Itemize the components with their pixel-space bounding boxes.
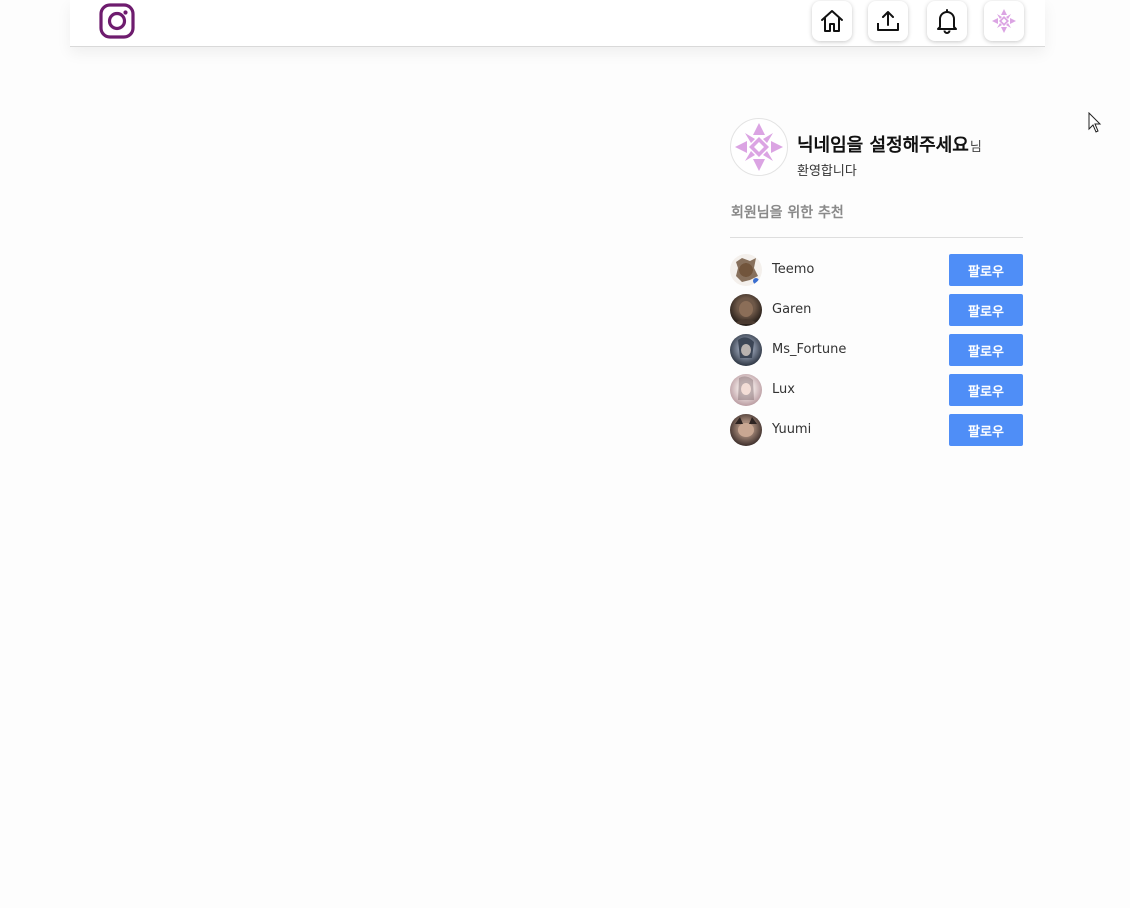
list-item: Ms_Fortune 팔로우: [730, 334, 1023, 366]
upload-icon: [875, 8, 901, 34]
user-name[interactable]: Yuumi: [772, 422, 811, 437]
my-profile: 닉네임을 설정해주세요님 환영합니다: [730, 118, 1023, 180]
nickname-text: 닉네임을 설정해주세요: [797, 135, 969, 156]
nickname-suffix: 님: [969, 140, 982, 155]
follow-button[interactable]: 팔로우: [949, 334, 1023, 366]
divider: [730, 237, 1023, 238]
notifications-button[interactable]: [927, 1, 967, 41]
follow-button[interactable]: 팔로우: [949, 414, 1023, 446]
follow-button[interactable]: 팔로우: [949, 254, 1023, 286]
avatar[interactable]: [730, 334, 762, 366]
recommend-list: Teemo 팔로우 Garen 팔로우 Ms_Fortune 팔로우 Lux 팔…: [730, 254, 1023, 454]
welcome-text: 환영합니다: [797, 164, 857, 179]
sidebar-panel: 닉네임을 설정해주세요님 환영합니다 회원님을 위한 추천 Teemo 팔로우 …: [730, 118, 1023, 446]
list-item: Teemo 팔로우: [730, 254, 1023, 286]
my-avatar[interactable]: [730, 118, 788, 176]
user-name[interactable]: Garen: [772, 302, 811, 317]
follow-button[interactable]: 팔로우: [949, 294, 1023, 326]
top-navigation-bar: [70, 0, 1045, 47]
user-name[interactable]: Lux: [772, 382, 795, 397]
home-button[interactable]: [812, 1, 852, 41]
profile-button[interactable]: [984, 1, 1024, 41]
bell-icon: [934, 8, 960, 34]
avatar[interactable]: [730, 254, 762, 286]
home-icon: [819, 8, 845, 34]
footer-text: [340, 900, 800, 908]
recommend-title: 회원님을 위한 추천: [731, 205, 844, 221]
avatar-icon: [990, 7, 1018, 35]
upload-button[interactable]: [868, 1, 908, 41]
list-item: Lux 팔로우: [730, 374, 1023, 406]
list-item: Yuumi 팔로우: [730, 414, 1023, 446]
follow-button[interactable]: 팔로우: [949, 374, 1023, 406]
avatar[interactable]: [730, 374, 762, 406]
avatar[interactable]: [730, 414, 762, 446]
mouse-cursor-icon: [1088, 111, 1102, 138]
my-nickname[interactable]: 닉네임을 설정해주세요님: [797, 131, 982, 157]
list-item: Garen 팔로우: [730, 294, 1023, 326]
user-name[interactable]: Teemo: [772, 262, 814, 277]
instagram-logo-icon[interactable]: [99, 3, 135, 39]
user-name[interactable]: Ms_Fortune: [772, 342, 846, 357]
avatar[interactable]: [730, 294, 762, 326]
